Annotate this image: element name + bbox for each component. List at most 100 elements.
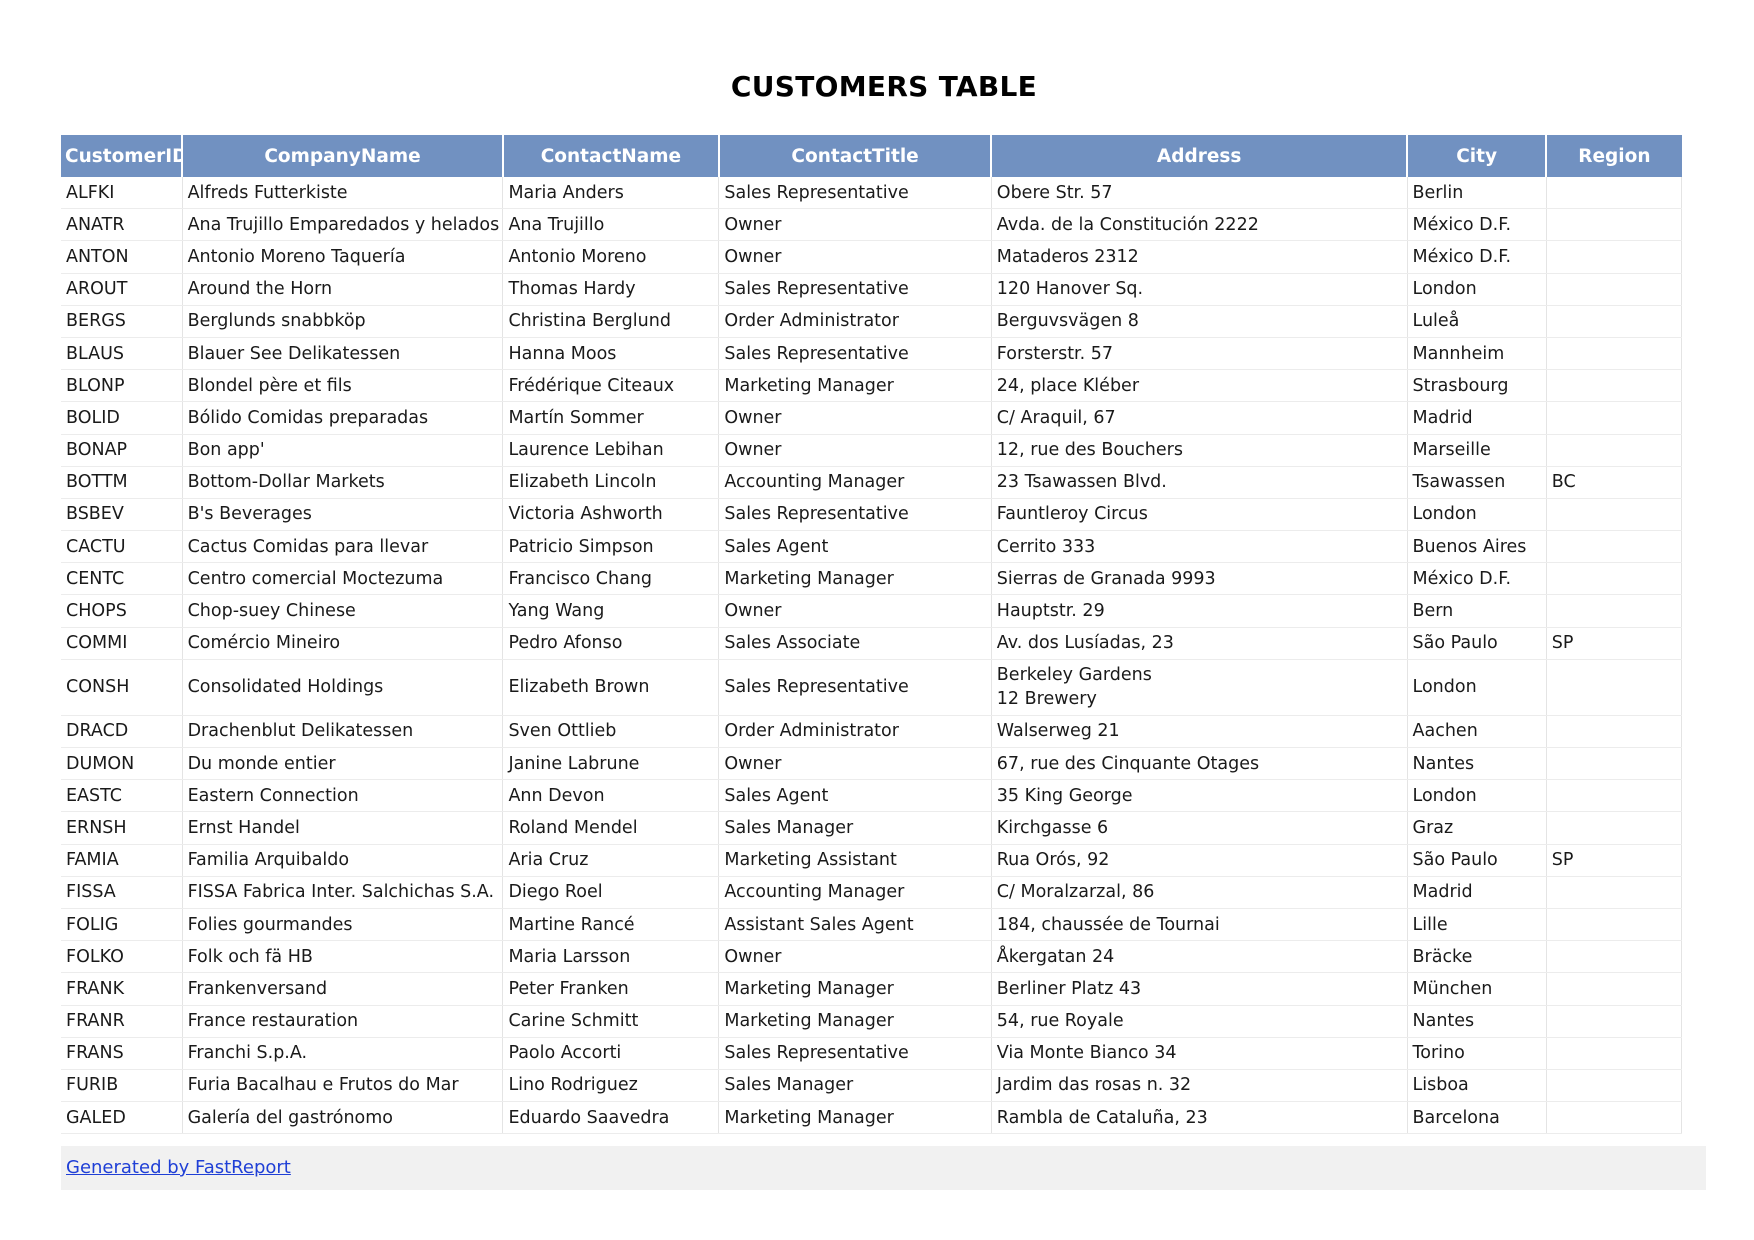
company-name-cell: Ana Trujillo Emparedados y helados bbox=[182, 208, 504, 242]
contact-name-cell: Hanna Moos bbox=[502, 337, 720, 371]
city-cell: Nantes bbox=[1407, 747, 1547, 781]
region-cell bbox=[1546, 659, 1683, 716]
table-row: BSBEV B's Beverages Victoria Ashworth Sales… bbox=[61, 498, 1683, 532]
page-title: CUSTOMERS TABLE bbox=[730, 70, 1038, 103]
table-row: FOLKO Folk och fä HB Maria Larsson Owner Åke… bbox=[61, 940, 1683, 974]
customer-id-cell: BERGS bbox=[61, 305, 183, 338]
city-cell: México D.F. bbox=[1407, 208, 1547, 242]
city-cell: Nantes bbox=[1407, 1005, 1547, 1038]
table-row: CHOPS Chop-suey Chinese Yang Wang Owner Haup… bbox=[61, 594, 1683, 628]
contact-name-cell: Ann Devon bbox=[502, 779, 720, 813]
table-row: AROUT Around the Horn Thomas Hardy Sales Re… bbox=[61, 273, 1683, 306]
table-row: DUMON Du monde entier Janine Labrune Owner 6… bbox=[61, 747, 1683, 781]
region-cell bbox=[1546, 594, 1683, 628]
contact-title-cell: Owner bbox=[718, 401, 992, 435]
city-cell: Mannheim bbox=[1407, 337, 1547, 371]
city-cell: London bbox=[1407, 659, 1547, 716]
company-name-cell: Furia Bacalhau e Frutos do Mar bbox=[182, 1069, 504, 1103]
contact-name-cell: Elizabeth Lincoln bbox=[502, 466, 720, 499]
address-cell: Forsterstr. 57 bbox=[991, 337, 1408, 371]
address-line: Berkeley Gardens bbox=[996, 665, 1152, 686]
city-cell: São Paulo bbox=[1407, 627, 1547, 660]
region-cell bbox=[1546, 337, 1683, 371]
city-cell: Lille bbox=[1407, 908, 1547, 942]
contact-title-cell: Sales Representative bbox=[718, 177, 992, 210]
contact-title-cell: Sales Manager bbox=[718, 811, 992, 845]
customer-id-cell: BOTTM bbox=[61, 466, 183, 499]
address-cell: 54, rue Royale bbox=[991, 1005, 1408, 1038]
city-cell: Graz bbox=[1407, 811, 1547, 845]
column-header-address[interactable]: Address bbox=[991, 135, 1409, 177]
contact-name-cell: Paolo Accorti bbox=[502, 1037, 720, 1070]
footer-bar: Generated by FastReport bbox=[61, 1146, 1706, 1190]
address-cell: Berkeley Gardens 12 Brewery bbox=[991, 659, 1408, 716]
region-cell bbox=[1546, 177, 1683, 210]
company-name-cell: Alfreds Futterkiste bbox=[182, 177, 504, 210]
customer-id-cell: ANTON bbox=[61, 240, 183, 274]
city-cell: Madrid bbox=[1407, 401, 1547, 435]
city-cell: Torino bbox=[1407, 1037, 1547, 1070]
city-cell: Lisboa bbox=[1407, 1069, 1547, 1103]
column-header-city[interactable]: City bbox=[1407, 135, 1548, 177]
company-name-cell: Blondel père et fils bbox=[182, 369, 504, 403]
contact-name-cell: Antonio Moreno bbox=[502, 240, 720, 274]
table-row: FISSA FISSA Fabrica Inter. Salchichas S.A… bbox=[61, 876, 1683, 909]
city-cell: Tsawassen bbox=[1407, 466, 1547, 499]
contact-title-cell: Accounting Manager bbox=[718, 876, 992, 909]
region-cell bbox=[1546, 811, 1683, 845]
address-cell: Berliner Platz 43 bbox=[991, 972, 1408, 1006]
table-row: ANATR Ana Trujillo Emparedados y helados A… bbox=[61, 208, 1683, 242]
company-name-cell: Berglunds snabbköp bbox=[182, 305, 504, 338]
address-cell: Rua Orós, 92 bbox=[991, 844, 1408, 877]
address-cell: Mataderos 2312 bbox=[991, 240, 1408, 274]
address-cell: Obere Str. 57 bbox=[991, 177, 1408, 210]
contact-title-cell: Marketing Manager bbox=[718, 562, 992, 596]
customer-id-cell: COMMI bbox=[61, 627, 183, 660]
column-header-companyname[interactable]: CompanyName bbox=[182, 135, 504, 177]
address-cell: C/ Araquil, 67 bbox=[991, 401, 1408, 435]
column-header-contactname[interactable]: ContactName bbox=[502, 135, 720, 177]
customer-id-cell: BLAUS bbox=[61, 337, 183, 371]
contact-title-cell: Sales Associate bbox=[718, 627, 992, 660]
table-row: CENTC Centro comercial Moctezuma Francisco… bbox=[61, 562, 1683, 596]
city-cell: Marseille bbox=[1407, 434, 1547, 467]
table-row: COMMI Comércio Mineiro Pedro Afonso Sales A… bbox=[61, 627, 1683, 660]
customer-id-cell: FOLKO bbox=[61, 940, 183, 974]
city-cell: London bbox=[1407, 273, 1547, 306]
contact-name-cell: Francisco Chang bbox=[502, 562, 720, 596]
address-cell: 23 Tsawassen Blvd. bbox=[991, 466, 1408, 499]
company-name-cell: Ernst Handel bbox=[182, 811, 504, 845]
company-name-cell: Consolidated Holdings bbox=[182, 659, 504, 716]
table-row: ANTON Antonio Moreno Taquería Antonio More… bbox=[61, 240, 1683, 274]
company-name-cell: Du monde entier bbox=[182, 747, 504, 781]
address-cell: Via Monte Bianco 34 bbox=[991, 1037, 1408, 1070]
contact-name-cell: Patricio Simpson bbox=[502, 530, 720, 564]
generated-by-link[interactable]: Generated by FastReport bbox=[66, 1157, 291, 1178]
column-header-region[interactable]: Region bbox=[1546, 135, 1682, 177]
contact-title-cell: Sales Representative bbox=[718, 659, 992, 716]
customer-id-cell: EASTC bbox=[61, 779, 183, 813]
contact-name-cell: Christina Berglund bbox=[502, 305, 720, 338]
city-cell: München bbox=[1407, 972, 1547, 1006]
header-row: CustomerID CompanyName ContactName Conta… bbox=[61, 135, 1682, 177]
address-cell: Cerrito 333 bbox=[991, 530, 1408, 564]
table-row: FRANR France restauration Carine Schmitt Ma… bbox=[61, 1005, 1683, 1038]
contact-title-cell: Order Administrator bbox=[718, 715, 992, 749]
region-cell bbox=[1546, 498, 1683, 532]
address-cell: Jardim das rosas n. 32 bbox=[991, 1069, 1408, 1103]
column-header-customerid[interactable]: CustomerID bbox=[61, 135, 184, 177]
table-row: CONSH Consolidated Holdings Elizabeth Brow… bbox=[61, 659, 1683, 716]
address-cell: 35 King George bbox=[991, 779, 1408, 813]
contact-name-cell: Lino Rodriguez bbox=[502, 1069, 720, 1103]
column-header-contacttitle[interactable]: ContactTitle bbox=[718, 135, 993, 177]
company-name-cell: Around the Horn bbox=[182, 273, 504, 306]
region-cell bbox=[1546, 434, 1683, 467]
address-line: 12 Brewery bbox=[996, 689, 1097, 710]
contact-name-cell: Thomas Hardy bbox=[502, 273, 720, 306]
region-cell bbox=[1546, 940, 1683, 974]
contact-title-cell: Sales Representative bbox=[718, 498, 992, 532]
contact-title-cell: Sales Representative bbox=[718, 273, 992, 306]
customer-id-cell: CHOPS bbox=[61, 594, 183, 628]
company-name-cell: Folk och fä HB bbox=[182, 940, 504, 974]
company-name-cell: Galería del gastrónomo bbox=[182, 1101, 504, 1135]
